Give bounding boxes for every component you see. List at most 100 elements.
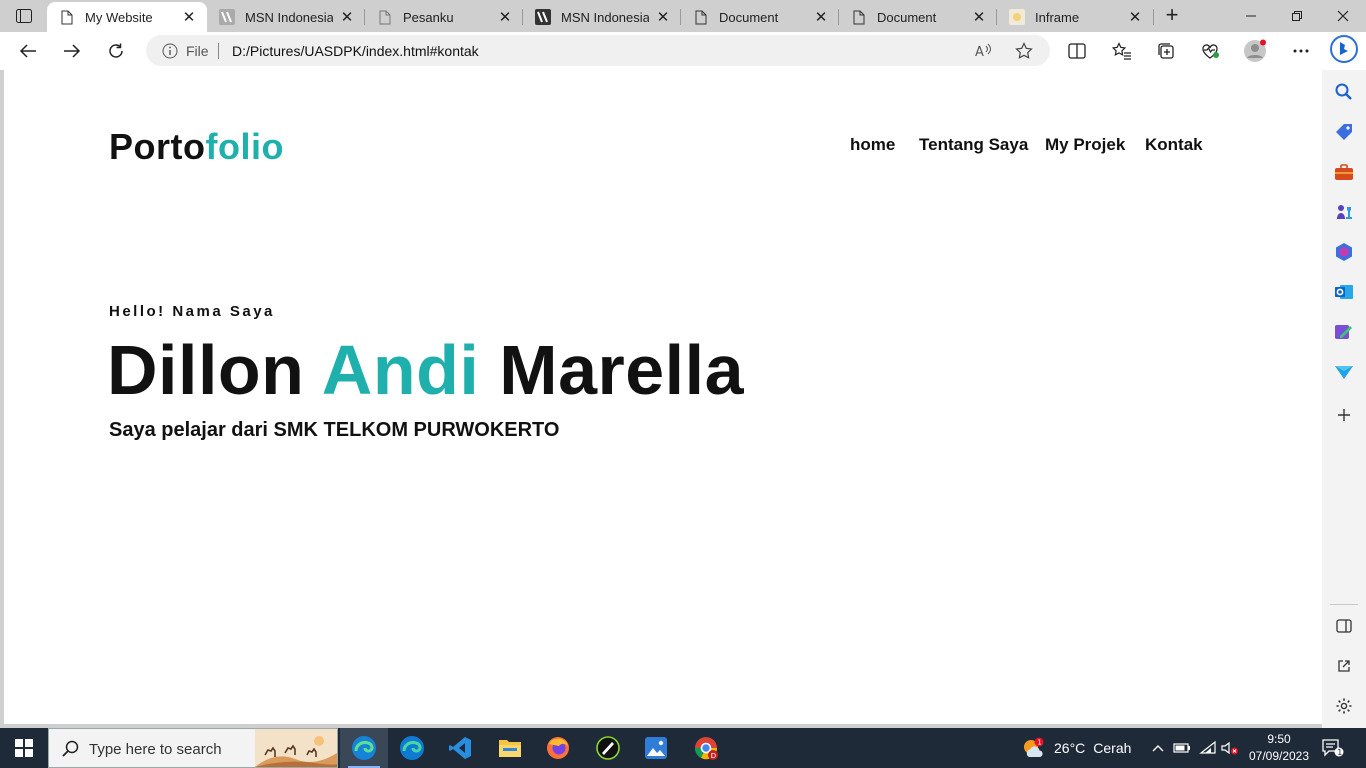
designer-icon[interactable]	[1332, 320, 1356, 344]
taskbar-photos-icon[interactable]	[632, 728, 680, 768]
system-clock[interactable]: 9:50 07/09/2023	[1246, 731, 1312, 765]
outlook-icon[interactable]	[1332, 280, 1356, 304]
tab-msn-1[interactable]: MSN Indonesia | M ✕	[207, 2, 365, 32]
nav-link-kontak[interactable]: Kontak	[1145, 135, 1203, 155]
favorite-star-icon[interactable]	[1014, 41, 1034, 61]
close-tab-icon[interactable]: ✕	[655, 9, 671, 26]
back-icon[interactable]	[14, 37, 42, 65]
volume-muted-icon[interactable]	[1220, 738, 1240, 758]
name-middle: Andi	[321, 331, 480, 409]
close-tab-icon[interactable]: ✕	[181, 9, 197, 26]
web-page: Portofolio home Tentang Saya My Projek K…	[4, 70, 1322, 724]
search-icon	[61, 739, 81, 759]
tab-title: MSN Indonesia | M	[245, 9, 333, 25]
svg-text:D: D	[711, 752, 716, 760]
tab-title: Document	[877, 9, 937, 25]
tools-briefcase-icon[interactable]	[1332, 160, 1356, 184]
taskbar-edge-icon[interactable]	[388, 728, 436, 768]
close-tab-icon[interactable]: ✕	[971, 9, 987, 26]
close-tab-icon[interactable]: ✕	[497, 9, 513, 26]
close-tab-icon[interactable]: ✕	[1127, 9, 1143, 26]
shopping-tag-icon[interactable]	[1332, 120, 1356, 144]
desert-camel-artwork	[255, 729, 337, 767]
split-screen-icon[interactable]	[1065, 39, 1089, 63]
windows-start-icon[interactable]	[0, 728, 48, 768]
minimize-icon[interactable]	[1228, 0, 1274, 32]
microsoft-365-icon[interactable]	[1332, 240, 1356, 264]
url-text[interactable]: D:/Pictures/UASDPK/index.html#kontak	[232, 43, 479, 59]
bing-copilot-icon[interactable]	[1330, 35, 1358, 63]
page-icon	[59, 9, 75, 25]
send-drop-icon[interactable]	[1332, 360, 1356, 384]
settings-gear-icon[interactable]	[1332, 694, 1356, 718]
page-icon	[851, 9, 867, 25]
tab-msn-2[interactable]: MSN Indonesia | M ✕	[523, 2, 681, 32]
add-sidebar-app-icon[interactable]	[1332, 403, 1356, 427]
weather-badge: 1	[1037, 739, 1041, 747]
nav-link-home[interactable]: home	[850, 135, 895, 155]
scheme-label: File	[186, 43, 209, 59]
external-link-icon[interactable]	[1332, 654, 1356, 678]
restore-icon[interactable]	[1274, 0, 1320, 32]
more-options-icon[interactable]	[1289, 39, 1313, 63]
tab-document-1[interactable]: Document ✕	[681, 2, 839, 32]
taskbar-chrome-icon[interactable]: D	[682, 728, 730, 768]
close-tab-icon[interactable]: ✕	[813, 9, 829, 26]
refresh-icon[interactable]	[102, 37, 130, 65]
search-placeholder: Type here to search	[89, 741, 222, 758]
clock-time: 9:50	[1267, 732, 1291, 746]
address-separator	[218, 43, 219, 59]
search-icon[interactable]	[1332, 80, 1356, 104]
tab-document-2[interactable]: Document ✕	[839, 2, 997, 32]
sidebar-separator	[1330, 604, 1358, 605]
hide-sidebar-icon[interactable]	[1332, 614, 1356, 638]
page-icon	[377, 9, 393, 25]
site-logo[interactable]: Portofolio	[109, 126, 284, 168]
info-icon[interactable]	[162, 43, 178, 59]
tab-inframe[interactable]: Inframe ✕	[997, 2, 1153, 32]
notification-center-icon[interactable]: 1	[1320, 736, 1346, 760]
battery-icon[interactable]	[1172, 738, 1192, 758]
taskbar-inkscape-icon[interactable]	[584, 728, 632, 768]
browser-toolbar: File D:/Pictures/UASDPK/index.html#konta…	[0, 32, 1366, 70]
taskbar-firefox-icon[interactable]	[534, 728, 582, 768]
windows-taskbar: Type here to search D 1 26°C Cerah 9:50 …	[0, 728, 1366, 768]
taskbar-vscode-icon[interactable]	[436, 728, 484, 768]
nav-link-tentang-saya[interactable]: Tentang Saya	[919, 135, 1028, 155]
read-aloud-icon[interactable]: A	[974, 41, 994, 61]
tab-title: MSN Indonesia | M	[561, 9, 649, 25]
tab-separator	[1153, 9, 1154, 25]
tab-pesanku[interactable]: Pesanku ✕	[365, 2, 523, 32]
tab-my-website[interactable]: My Website ✕	[47, 2, 207, 32]
edge-sidebar	[1322, 70, 1366, 728]
taskbar-edge-active[interactable]	[340, 728, 388, 768]
new-tab-icon[interactable]: +	[1160, 4, 1184, 27]
weather-sun-cloud-icon: 1	[1022, 737, 1046, 759]
show-hidden-icons-chevron-icon[interactable]	[1148, 738, 1168, 758]
name-last: Marella	[499, 331, 745, 409]
close-window-icon[interactable]	[1320, 0, 1366, 32]
msn-icon	[535, 9, 551, 25]
logo-part-1: Porto	[109, 126, 206, 167]
tab-title: Document	[719, 9, 779, 25]
network-wifi-icon[interactable]	[1198, 738, 1218, 758]
close-tab-icon[interactable]: ✕	[339, 9, 355, 26]
taskbar-file-explorer-icon[interactable]	[486, 728, 534, 768]
taskbar-search-box[interactable]: Type here to search	[48, 728, 338, 768]
games-chess-icon[interactable]	[1332, 200, 1356, 224]
tab-actions-icon[interactable]	[10, 6, 38, 26]
clock-date: 07/09/2023	[1248, 749, 1310, 763]
logo-part-2: folio	[205, 126, 284, 167]
profile-avatar-icon[interactable]	[1243, 39, 1267, 63]
browser-essentials-icon[interactable]	[1198, 39, 1222, 63]
hero-greeting: Hello! Nama Saya	[109, 303, 275, 320]
weather-widget[interactable]: 1 26°C Cerah	[1022, 728, 1131, 768]
tab-strip: My Website ✕ MSN Indonesia | M ✕ Pesanku…	[0, 0, 1366, 32]
forward-icon[interactable]	[58, 37, 86, 65]
address-bar[interactable]: File D:/Pictures/UASDPK/index.html#konta…	[146, 35, 1050, 66]
collections-icon[interactable]	[1154, 39, 1178, 63]
favorites-icon[interactable]	[1110, 39, 1134, 63]
svg-text:A: A	[975, 45, 984, 59]
tab-title: My Website	[85, 9, 153, 25]
nav-link-my-projek[interactable]: My Projek	[1045, 135, 1125, 155]
